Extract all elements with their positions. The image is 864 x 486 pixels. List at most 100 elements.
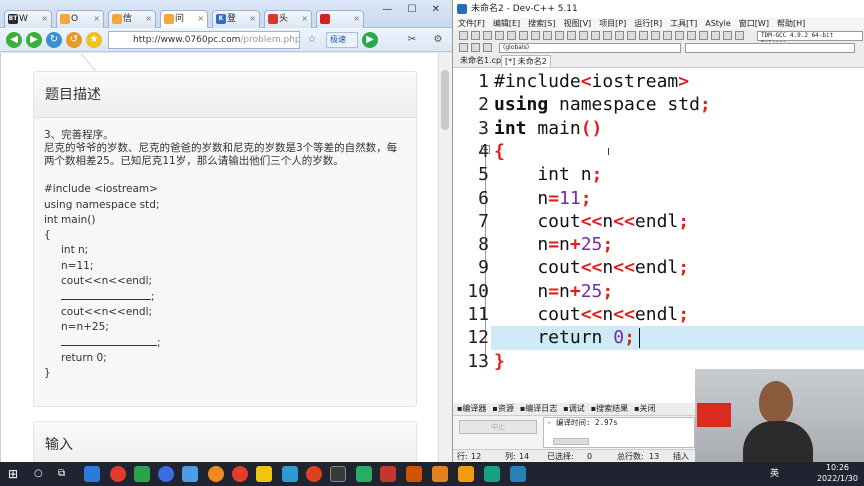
tab-close-icon[interactable]: × bbox=[249, 11, 256, 27]
tab-close-icon[interactable]: × bbox=[93, 11, 100, 27]
toolbar-button-icon[interactable] bbox=[459, 43, 468, 52]
member-select[interactable] bbox=[685, 43, 855, 53]
menu-item[interactable]: 视图[V] bbox=[563, 19, 591, 28]
toolbar-button-icon[interactable] bbox=[471, 31, 480, 40]
toolbar-button-icon[interactable] bbox=[687, 31, 696, 40]
toolbar-button-icon[interactable] bbox=[711, 31, 720, 40]
tab-close-icon[interactable]: × bbox=[197, 11, 204, 27]
toolbar-button-icon[interactable] bbox=[471, 43, 480, 52]
start-icon[interactable]: ⊞ bbox=[8, 466, 24, 482]
taskbar-app-11-icon[interactable] bbox=[380, 466, 396, 482]
scissors-icon[interactable]: ✂ bbox=[404, 32, 420, 48]
bottom-tab[interactable]: ▪编译器 bbox=[457, 404, 486, 413]
taskbar-app-7-icon[interactable] bbox=[282, 466, 298, 482]
toolbar-button-icon[interactable] bbox=[639, 31, 648, 40]
abort-button[interactable]: 中止 bbox=[459, 420, 537, 434]
browser-tab[interactable]: 头 × bbox=[264, 10, 312, 28]
bookmark-star-icon[interactable]: ☆ bbox=[304, 32, 320, 48]
favorite-icon[interactable]: ★ bbox=[86, 32, 102, 48]
bottom-tab[interactable]: ▪搜索结果 bbox=[591, 404, 628, 413]
address-bar[interactable]: http://www.0760pc.com/problem.php bbox=[108, 31, 300, 49]
menu-item[interactable]: 工具[T] bbox=[670, 19, 697, 28]
toolbar-button-icon[interactable] bbox=[663, 31, 672, 40]
toolbar-button-icon[interactable] bbox=[699, 31, 708, 40]
forward-icon[interactable]: ▶ bbox=[26, 32, 42, 48]
toolbar-button-icon[interactable] bbox=[519, 31, 528, 40]
taskbar-app-12-icon[interactable] bbox=[406, 466, 422, 482]
taskbar-app-14-icon[interactable] bbox=[458, 466, 474, 482]
tab-close-icon[interactable]: × bbox=[41, 11, 48, 27]
browser-tab[interactable]: 问 × bbox=[160, 10, 208, 28]
tab-close-icon[interactable]: × bbox=[301, 11, 308, 27]
toolbar-button-icon[interactable] bbox=[543, 31, 552, 40]
taskbar-app-8-icon[interactable] bbox=[306, 466, 322, 482]
menu-item[interactable]: 项目[P] bbox=[599, 19, 626, 28]
taskbar-devcpp-icon[interactable] bbox=[182, 466, 198, 482]
go-icon[interactable]: ▶ bbox=[362, 32, 378, 48]
taskbar-app-13-icon[interactable] bbox=[432, 466, 448, 482]
clock[interactable]: 10:26 2022/1/30 bbox=[817, 462, 858, 486]
browser-tab[interactable]: 信 × bbox=[108, 10, 156, 28]
taskbar-app-1-icon[interactable] bbox=[84, 466, 100, 482]
bottom-tab[interactable]: ▪关闭 bbox=[634, 404, 655, 413]
toolbar-button-icon[interactable] bbox=[495, 31, 504, 40]
taskbar-app-9-icon[interactable] bbox=[330, 466, 346, 482]
toolbar-button-icon[interactable] bbox=[675, 31, 684, 40]
toolbar-button-icon[interactable] bbox=[531, 31, 540, 40]
refresh-icon[interactable]: ↻ bbox=[46, 32, 62, 48]
toolbar-button-icon[interactable] bbox=[723, 31, 732, 40]
settings-icon[interactable]: ⚙ bbox=[430, 32, 446, 48]
bottom-tab[interactable]: ▪调试 bbox=[563, 404, 584, 413]
taskbar-app-2-icon[interactable] bbox=[110, 466, 126, 482]
menu-item[interactable]: 文件[F] bbox=[458, 19, 485, 28]
menu-item[interactable]: 窗口[W] bbox=[739, 19, 769, 28]
toolbar-button-icon[interactable] bbox=[483, 43, 492, 52]
toolbar-button-icon[interactable] bbox=[579, 31, 588, 40]
taskbar-app-4-icon[interactable] bbox=[158, 466, 174, 482]
tab-close-icon[interactable]: × bbox=[353, 11, 360, 27]
menu-item[interactable]: 搜索[S] bbox=[528, 19, 555, 28]
toolbar-button-icon[interactable] bbox=[651, 31, 660, 40]
task-view-icon[interactable]: ⧉ bbox=[58, 466, 74, 482]
menu-item[interactable]: 运行[R] bbox=[634, 19, 662, 28]
toolbar-button-icon[interactable] bbox=[483, 31, 492, 40]
browser-tab[interactable]: K 登 × bbox=[212, 10, 260, 28]
scrollbar-thumb[interactable] bbox=[441, 70, 449, 130]
taskbar-app-3-icon[interactable] bbox=[134, 466, 150, 482]
toolbar-button-icon[interactable] bbox=[627, 31, 636, 40]
speed-mode-button[interactable]: 极速 bbox=[326, 32, 358, 48]
menu-item[interactable]: 编辑[E] bbox=[493, 19, 520, 28]
taskbar-folder-icon[interactable] bbox=[256, 466, 272, 482]
window-controls[interactable]: — ☐ ✕ bbox=[382, 4, 446, 15]
toolbar-button-icon[interactable] bbox=[459, 31, 468, 40]
tab-file-2[interactable]: [*] 未命名2 bbox=[501, 55, 551, 67]
back-icon[interactable]: ◀ bbox=[6, 32, 22, 48]
tab-close-icon[interactable]: × bbox=[145, 11, 152, 27]
search-icon[interactable]: ○ bbox=[34, 466, 50, 482]
toolbar-button-icon[interactable] bbox=[555, 31, 564, 40]
taskbar-app-15-icon[interactable] bbox=[484, 466, 500, 482]
menu-item[interactable]: AStyle bbox=[705, 19, 731, 28]
bottom-tab[interactable]: ▪资源 bbox=[492, 404, 513, 413]
bottom-tab[interactable]: ▪编译日志 bbox=[520, 404, 557, 413]
ime-indicator[interactable]: 英 bbox=[770, 462, 786, 486]
problem-line: 两个数相差25。已知尼克11岁，那么请输出他们三个人的岁数。 bbox=[44, 155, 344, 167]
toolbar-button-icon[interactable] bbox=[567, 31, 576, 40]
toolbar-button-icon[interactable] bbox=[591, 31, 600, 40]
browser-tab[interactable]: O × bbox=[56, 10, 104, 28]
class-browser-select[interactable]: (globals) bbox=[499, 43, 681, 53]
browser-tab[interactable]: × bbox=[316, 10, 364, 28]
toolbar-button-icon[interactable] bbox=[735, 31, 744, 40]
taskbar-app-6-icon[interactable] bbox=[232, 466, 248, 482]
taskbar-app-16-icon[interactable] bbox=[510, 466, 526, 482]
compiler-select[interactable]: TDM-GCC 4.9.2 64-bit Release bbox=[757, 31, 863, 47]
undo-icon[interactable]: ↺ bbox=[66, 32, 82, 48]
taskbar-app-5-icon[interactable] bbox=[208, 466, 224, 482]
menu-item[interactable]: 帮助[H] bbox=[777, 19, 805, 28]
toolbar-button-icon[interactable] bbox=[615, 31, 624, 40]
toolbar-button-icon[interactable] bbox=[603, 31, 612, 40]
code-editor[interactable]: − 1 #include<iostream> 2 using namespace st… bbox=[453, 67, 864, 403]
taskbar-app-10-icon[interactable] bbox=[356, 466, 372, 482]
toolbar-button-icon[interactable] bbox=[507, 31, 516, 40]
browser-tab[interactable]: BT W × bbox=[4, 10, 52, 28]
